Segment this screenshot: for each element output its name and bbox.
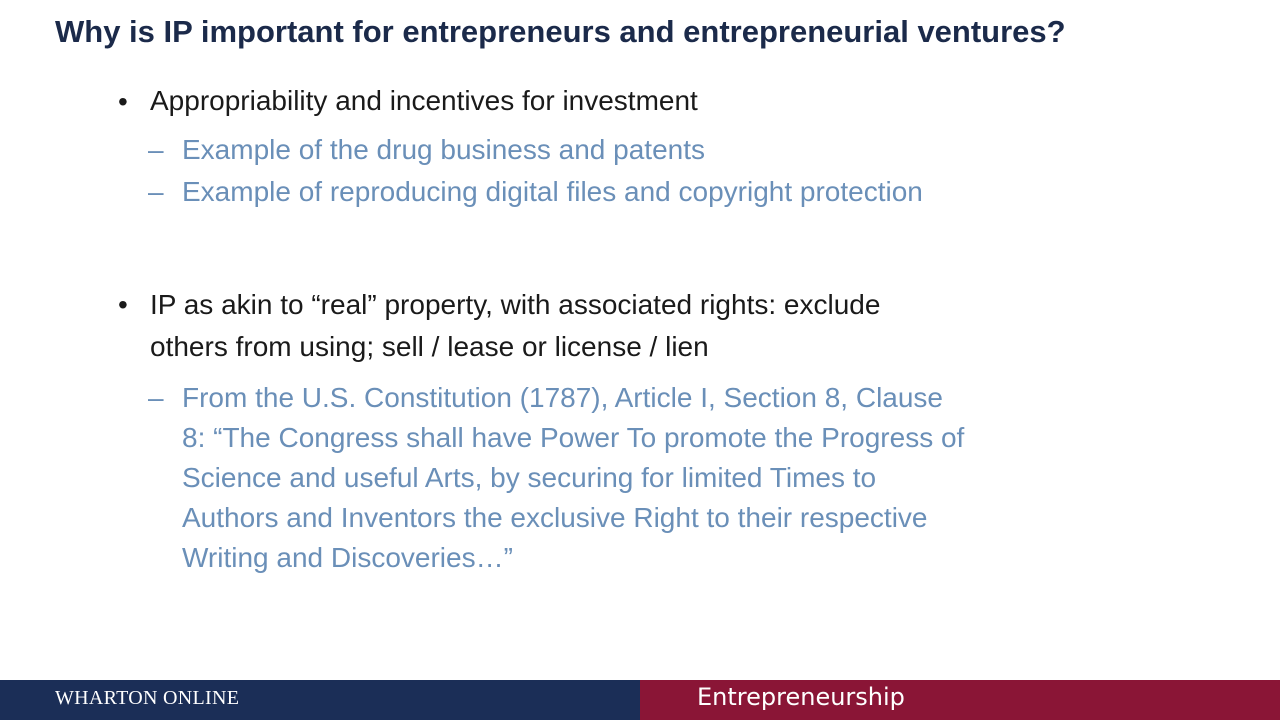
sub-bullet-text: Example of the drug business and patents — [182, 134, 706, 165]
sub-bullet-line: Authors and Inventors the exclusive Righ… — [182, 502, 928, 533]
footer-bar: WHARTON ONLINE Entrepreneurship — [0, 680, 1280, 720]
sub-bullet-line: Writing and Discoveries…” — [182, 542, 513, 573]
sub-bullet-line: From the U.S. Constitution (1787), Artic… — [182, 382, 944, 413]
sub-bullet-marker: – — [148, 382, 164, 413]
footer-course-title: Entrepreneurship — [697, 683, 905, 711]
sub-bullet-text: Example of reproducing digital files and… — [182, 176, 923, 207]
bullet-marker: • — [118, 289, 128, 320]
slide-content: • Appropriability and incentives for inv… — [0, 0, 1280, 670]
bullet-2-line: IP as akin to “real” property, with asso… — [150, 289, 881, 320]
bullet-marker: • — [118, 86, 128, 117]
sub-bullet-marker: – — [148, 134, 164, 165]
slide: Why is IP important for entrepreneurs an… — [0, 0, 1280, 720]
sub-bullet-text: From the U.S. Constitution (1787), Artic… — [182, 378, 1082, 578]
footer-right-panel: Entrepreneurship — [640, 680, 1280, 720]
bullet-2-line: others from using; sell / lease or licen… — [150, 331, 709, 362]
bullet-1-text: Appropriability and incentives for inves… — [150, 80, 1030, 122]
footer-brand: WHARTON ONLINE — [55, 687, 240, 709]
bullet-2-text: IP as akin to “real” property, with asso… — [150, 284, 1030, 368]
footer-left-panel: WHARTON ONLINE — [0, 680, 640, 720]
sub-bullet-line: Science and useful Arts, by securing for… — [182, 462, 877, 493]
sub-bullet-line: 8: “The Congress shall have Power To pro… — [182, 422, 965, 453]
bullet-1-line: Appropriability and incentives for inves… — [150, 85, 698, 116]
sub-bullet-marker: – — [148, 176, 164, 207]
